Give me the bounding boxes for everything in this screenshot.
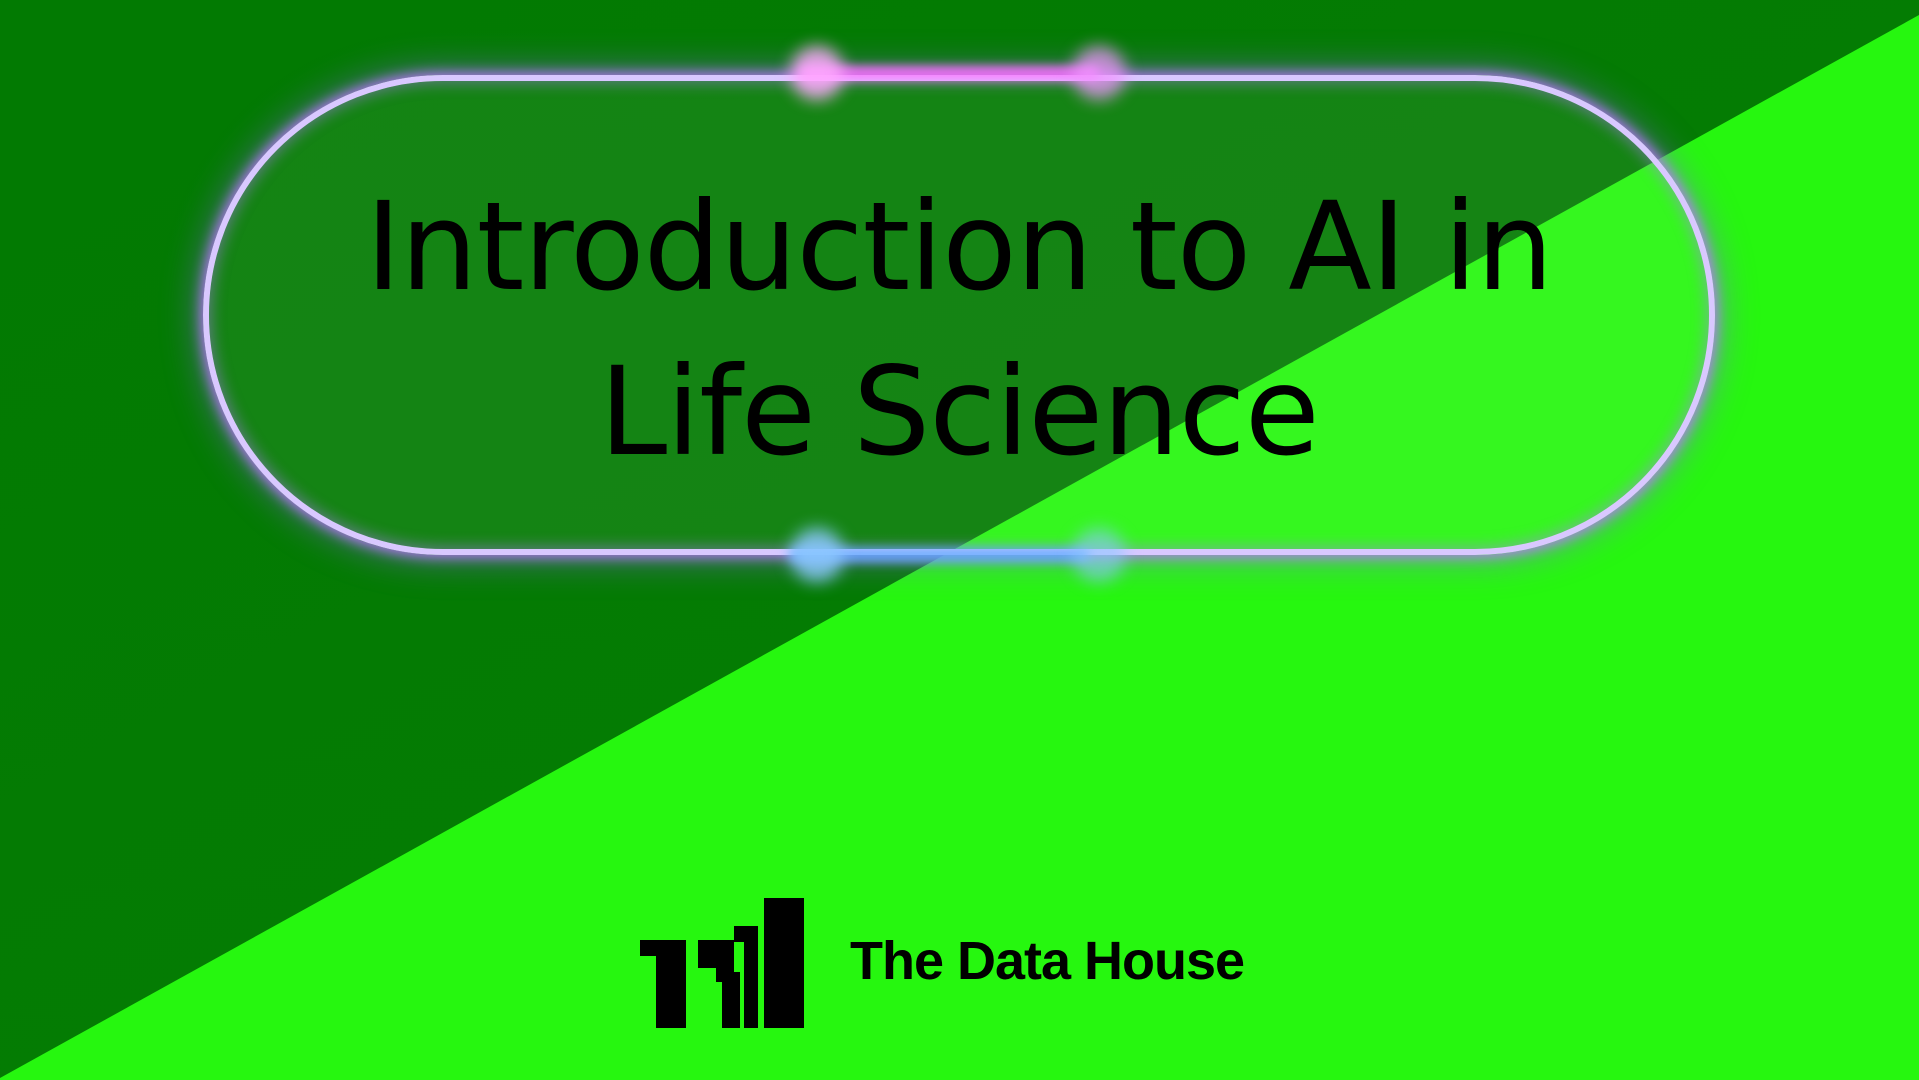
glow-spark xyxy=(1072,46,1126,100)
brand-name: The Data House xyxy=(850,931,1245,991)
glow-spark xyxy=(790,528,844,582)
glow-spark xyxy=(1072,528,1126,582)
glow-spark xyxy=(790,46,844,100)
pill-top-glow xyxy=(800,66,1100,80)
title-line-1: Introduction to AI in xyxy=(365,176,1553,318)
data-house-logo-icon xyxy=(640,898,804,1028)
slide-title: Introduction to AI in Life Science xyxy=(203,165,1715,495)
title-line-2: Life Science xyxy=(599,341,1320,483)
title-slide: Introduction to AI in Life Science The D… xyxy=(0,0,1919,1080)
